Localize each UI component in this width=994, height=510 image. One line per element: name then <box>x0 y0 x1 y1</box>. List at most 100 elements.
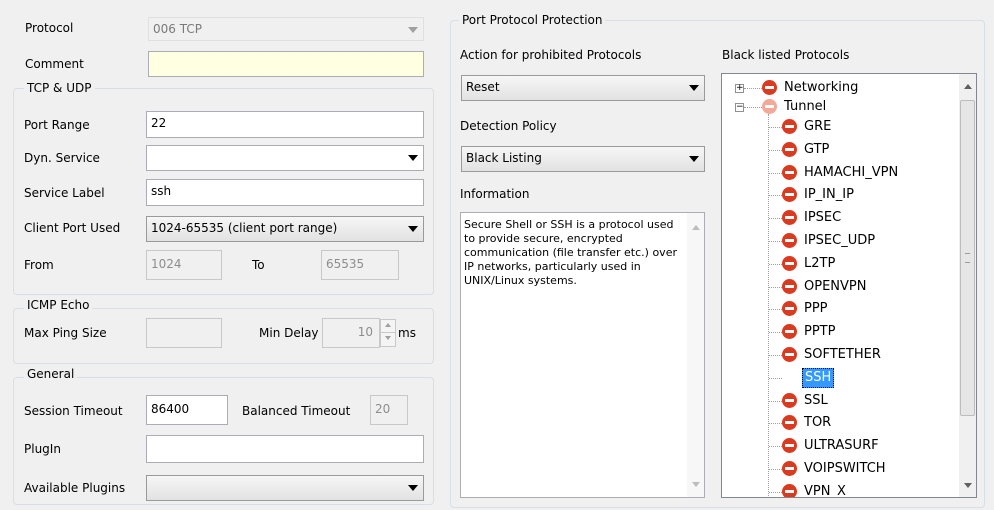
collapse-minus-icon[interactable]: − <box>735 103 744 112</box>
block-icon <box>782 461 797 476</box>
tree-item-ipsec[interactable]: IPSEC <box>722 207 958 229</box>
tree-label: GRE <box>804 119 832 134</box>
detection-label: Detection Policy <box>460 119 557 133</box>
tree-label: TOR <box>804 415 832 430</box>
block-icon <box>762 80 777 95</box>
block-icon <box>782 324 797 339</box>
balanced-timeout-input[interactable]: 20 <box>370 395 408 425</box>
tree-item-ip-in-ip[interactable]: IP_IN_IP <box>722 184 958 206</box>
spin-up-icon <box>385 323 391 327</box>
service-label-input[interactable]: ssh <box>146 179 424 206</box>
to-label: To <box>252 258 265 272</box>
tree-line <box>769 401 782 402</box>
from-input[interactable]: 1024 <box>146 250 222 280</box>
tree-line <box>769 264 782 265</box>
tree-label: PPTP <box>804 324 836 339</box>
tree-label: L2TP <box>804 256 836 271</box>
tree-item-tunnel[interactable]: − Tunnel <box>722 96 958 118</box>
tree-label: GTP <box>804 142 830 157</box>
session-timeout-label: Session Timeout <box>24 404 123 418</box>
tree-item-openvpn[interactable]: OPENVPN <box>722 276 958 298</box>
max-ping-label: Max Ping Size <box>24 326 107 340</box>
detection-value: Black Listing <box>466 151 542 165</box>
block-icon <box>782 165 797 180</box>
tree-line <box>769 492 782 493</box>
tree-line <box>744 107 762 108</box>
comment-field[interactable] <box>148 51 424 77</box>
block-icon <box>782 187 797 202</box>
tree-label: IPSEC_UDP <box>804 233 876 248</box>
tree-item-hamachi-vpn[interactable]: HAMACHI_VPN <box>722 162 958 184</box>
block-icon <box>782 484 797 497</box>
min-delay-input[interactable]: 10 <box>322 318 380 348</box>
action-combo[interactable]: Reset <box>461 75 705 101</box>
tree-line <box>769 218 782 219</box>
available-plugins-combo[interactable] <box>146 475 424 501</box>
tree-item-ppp[interactable]: PPP <box>722 298 958 320</box>
chevron-down-icon <box>689 85 699 91</box>
tree-line <box>769 173 782 174</box>
icmp-title: ICMP Echo <box>24 298 93 312</box>
action-label: Action for prohibited Protocols <box>460 48 642 62</box>
protocol-combo[interactable]: 006 TCP <box>148 17 424 41</box>
tree-line <box>769 127 782 128</box>
tree-line <box>769 241 782 242</box>
tree-item-l2tp[interactable]: L2TP <box>722 253 958 275</box>
plugin-input[interactable] <box>146 435 424 463</box>
tree-line <box>769 423 782 424</box>
tree-item-vpn-x[interactable]: VPN_X <box>722 481 958 498</box>
tree-item-tor[interactable]: TOR <box>722 412 958 434</box>
port-range-input[interactable]: 22 <box>146 111 424 138</box>
min-delay-spinner[interactable] <box>380 319 396 347</box>
tree-item-gtp[interactable]: GTP <box>722 139 958 161</box>
tree-line <box>769 287 782 288</box>
tree-item-pptp[interactable]: PPTP <box>722 321 958 343</box>
tree-line <box>769 469 782 470</box>
tree-item-voipswitch[interactable]: VOIPSWITCH <box>722 458 958 480</box>
scroll-thumb[interactable] <box>960 100 975 416</box>
block-icon <box>782 415 797 430</box>
tree-line <box>769 378 782 379</box>
min-delay-label: Min Delay <box>259 326 319 340</box>
block-icon <box>782 233 797 248</box>
client-port-value: 1024-65535 (client port range) <box>151 221 338 235</box>
min-delay-unit: ms <box>398 326 416 340</box>
information-scrollbar[interactable] <box>687 213 704 497</box>
scroll-down-icon[interactable] <box>692 482 700 487</box>
tree-label: VPN_X <box>804 484 846 498</box>
information-memo[interactable]: Secure Shell or SSH is a protocol used t… <box>460 212 705 498</box>
tree-item-ipsec-udp[interactable]: IPSEC_UDP <box>722 230 958 252</box>
tree-label-tunnel: Tunnel <box>784 99 827 114</box>
blacklist-tree[interactable]: + Networking − Tunnel GRE GTP HAMACHI_VPN I… <box>721 73 977 498</box>
expand-plus-icon[interactable]: + <box>735 84 744 93</box>
chevron-down-icon <box>408 485 418 491</box>
tree-item-ssh[interactable]: SSH <box>722 367 958 389</box>
block-icon <box>782 119 797 134</box>
scroll-up-icon[interactable] <box>692 225 700 230</box>
information-text: Secure Shell or SSH is a protocol used t… <box>464 218 677 287</box>
chevron-down-icon <box>408 155 418 161</box>
tree-label: PPP <box>804 301 828 316</box>
block-icon <box>782 256 797 271</box>
action-value: Reset <box>466 80 500 94</box>
scroll-up-icon[interactable] <box>964 84 972 89</box>
service-label-label: Service Label <box>24 186 105 200</box>
tree-scrollbar[interactable] <box>959 74 976 497</box>
tree-item-ultrasurf[interactable]: ULTRASURF <box>722 435 958 457</box>
tree-label: IP_IN_IP <box>804 187 854 202</box>
max-ping-input[interactable] <box>146 318 222 348</box>
grip-icon <box>965 253 970 263</box>
tree-label: IPSEC <box>804 210 842 225</box>
scroll-down-icon[interactable] <box>964 483 972 488</box>
client-port-combo[interactable]: 1024-65535 (client port range) <box>146 216 424 242</box>
tree-item-softether[interactable]: SOFTETHER <box>722 344 958 366</box>
tree-line <box>769 332 782 333</box>
detection-combo[interactable]: Black Listing <box>461 146 705 172</box>
session-timeout-input[interactable]: 86400 <box>146 395 228 425</box>
dyn-service-combo[interactable] <box>146 145 424 171</box>
to-input[interactable]: 65535 <box>321 250 399 280</box>
tree-item-gre[interactable]: GRE <box>722 116 958 138</box>
tree-item-ssl[interactable]: SSL <box>722 390 958 412</box>
port-range-label: Port Range <box>24 118 90 132</box>
protocol-label: Protocol <box>25 21 74 35</box>
